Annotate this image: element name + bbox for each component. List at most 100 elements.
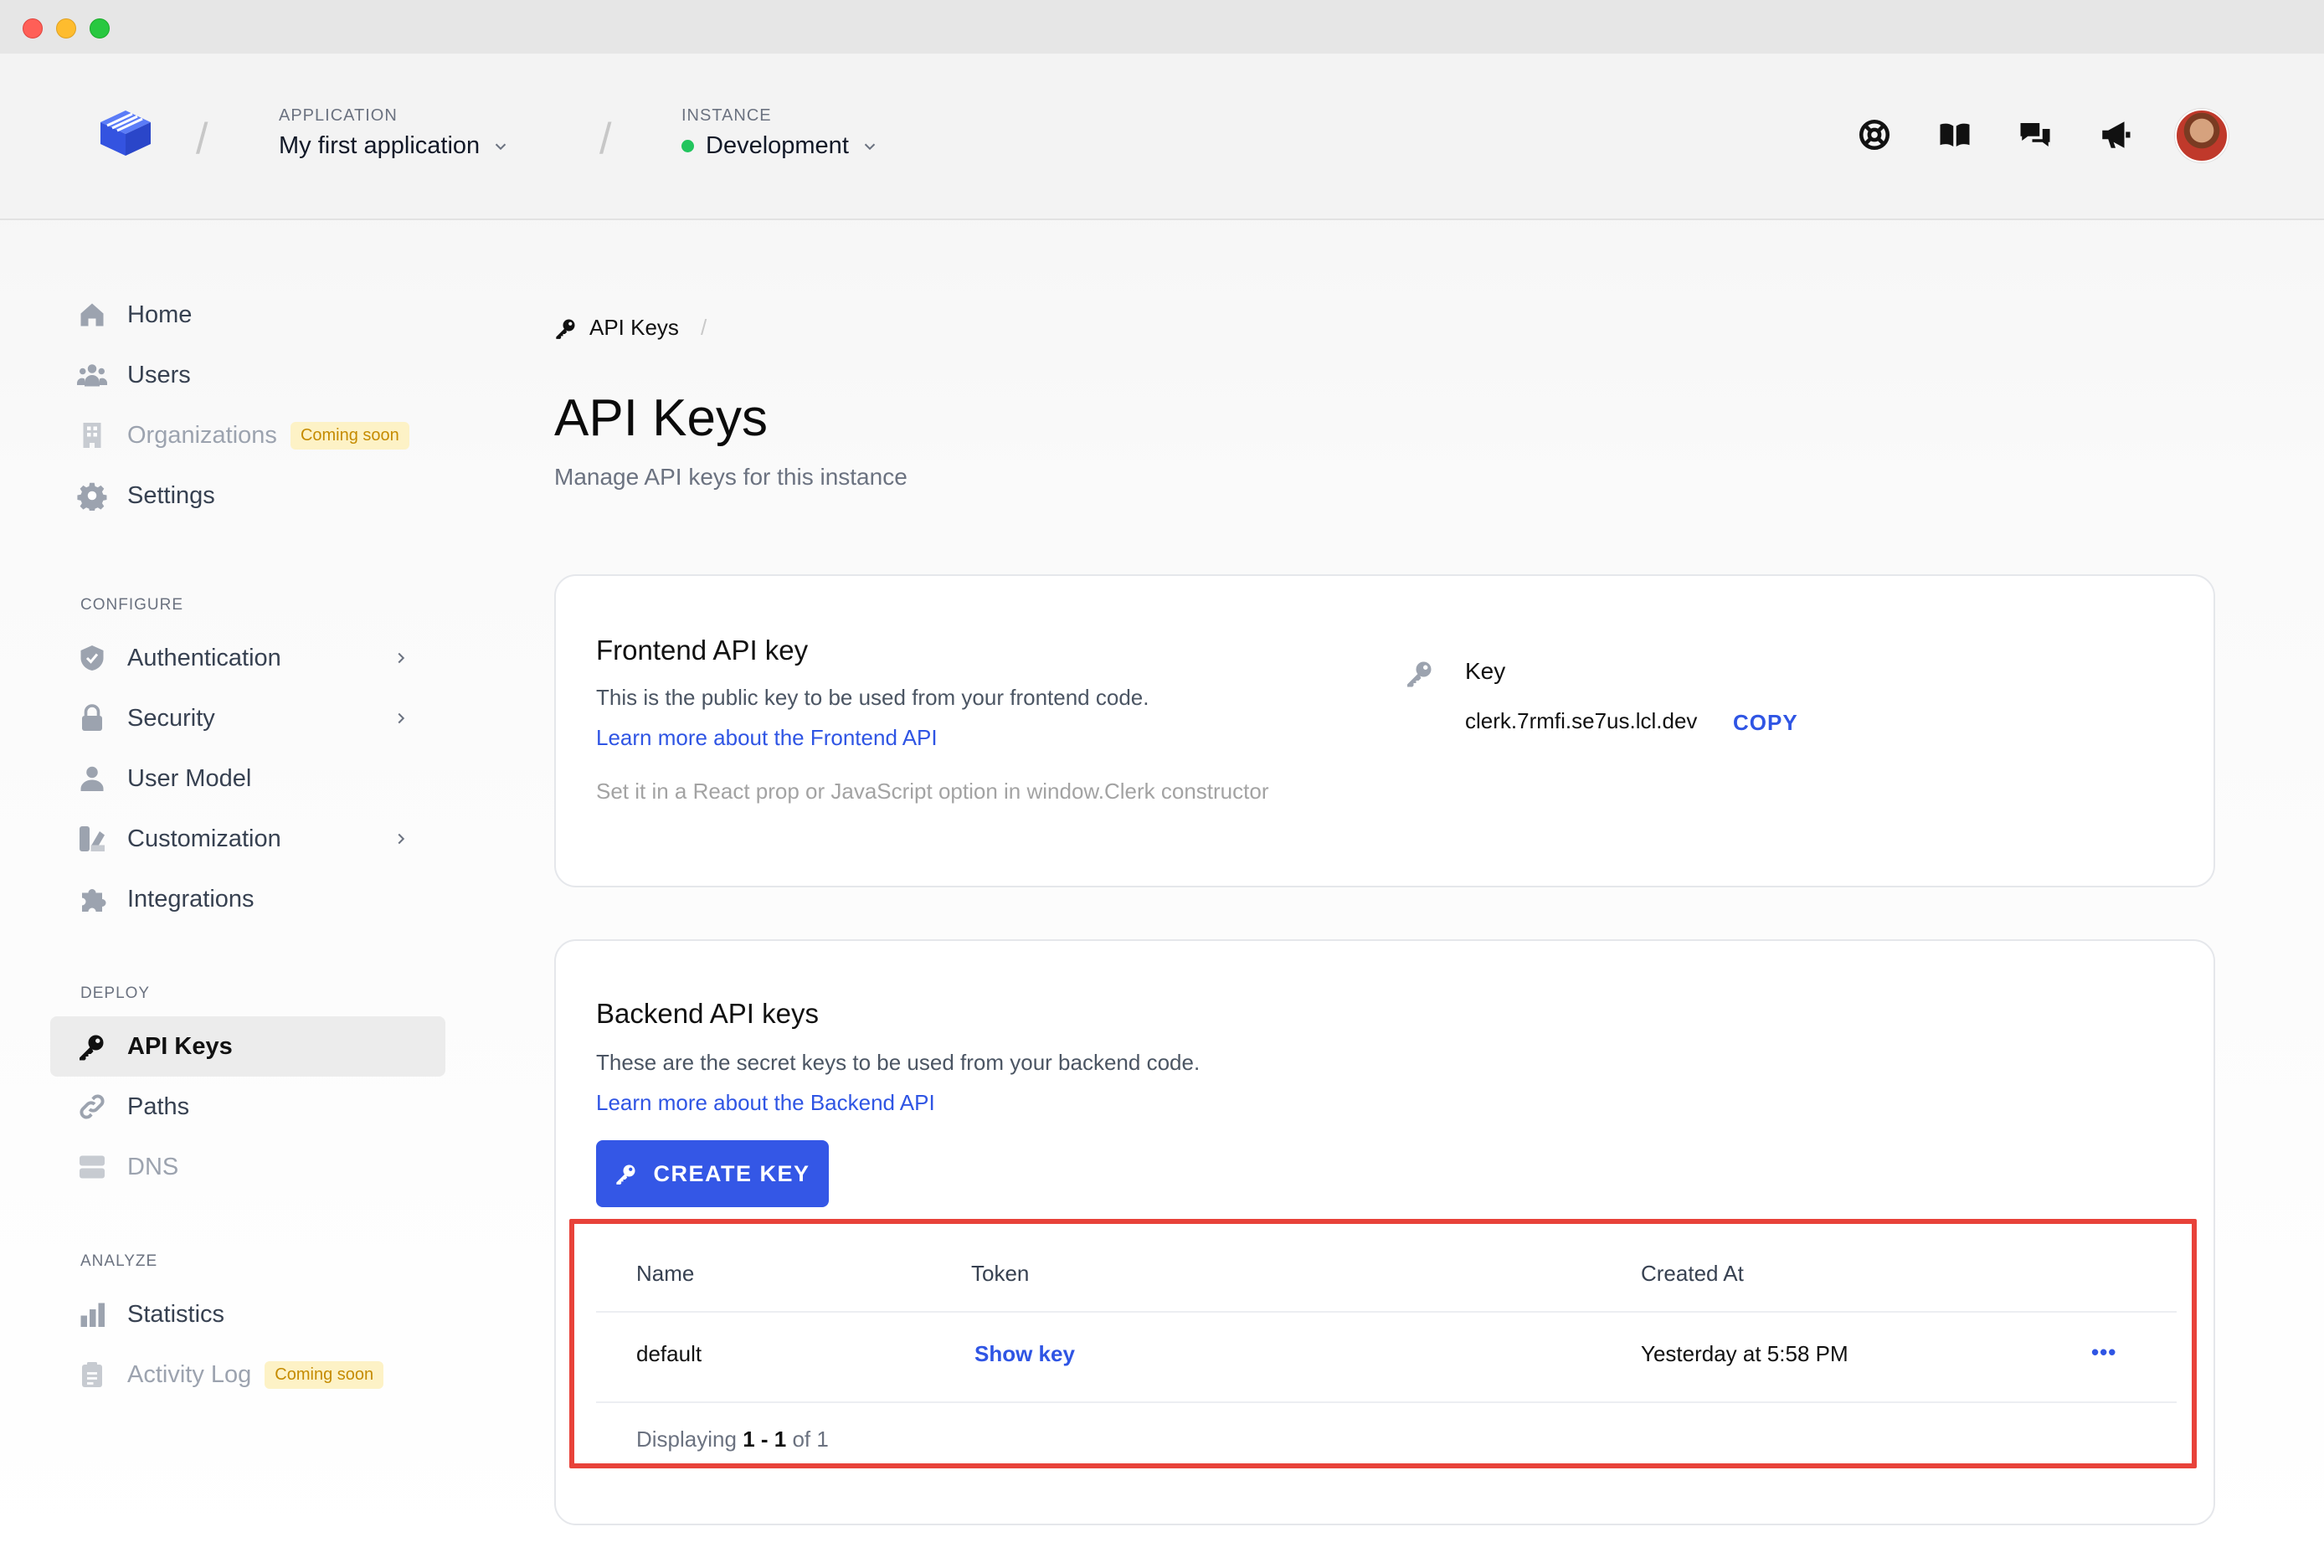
sidebar-item-label: Statistics (127, 1300, 225, 1328)
application-name: My first application (279, 132, 481, 159)
instance-label: INSTANCE (681, 106, 772, 125)
create-key-button[interactable]: CREATE KEY (596, 1140, 829, 1207)
copy-key-button[interactable]: COPY (1733, 710, 1798, 736)
sidebar-item-label: Authentication (127, 644, 281, 671)
sidebar-item-organizations[interactable]: Organizations Coming soon (50, 405, 445, 465)
window-titlebar (0, 0, 2324, 54)
key-icon (556, 319, 575, 339)
pagination-range: 1 - 1 (743, 1427, 787, 1452)
link-icon (80, 1094, 105, 1119)
instance-status-dot (681, 140, 694, 152)
column-header-created-at[interactable]: Created At (1641, 1261, 1744, 1287)
sidebar-item-label: Security (127, 704, 215, 732)
sidebar-item-integrations[interactable]: Integrations (50, 869, 445, 929)
user-avatar[interactable] (2175, 109, 2229, 162)
sidebar-item-dns[interactable]: DNS (50, 1137, 445, 1197)
chat-icon[interactable] (2018, 117, 2053, 152)
sidebar-item-users[interactable]: Users (50, 345, 445, 405)
column-header-name[interactable]: Name (636, 1261, 694, 1287)
chevron-right-icon (398, 652, 405, 664)
key-icon (80, 1035, 104, 1061)
sidebar-section-deploy: DEPLOY (80, 984, 151, 1002)
backend-api-keys-card: Backend API keys These are the secret ke… (554, 939, 2215, 1525)
column-header-token[interactable]: Token (971, 1261, 1029, 1287)
table-divider (596, 1401, 2177, 1403)
users-icon (77, 364, 107, 387)
sidebar-section-configure: CONFIGURE (80, 596, 183, 614)
application-label: APPLICATION (279, 106, 398, 125)
bar-chart-icon (80, 1303, 105, 1327)
frontend-card-title: Frontend API key (596, 635, 809, 666)
sidebar-item-label: Organizations (127, 421, 277, 449)
shield-icon (80, 645, 104, 671)
app-header: / APPLICATION My first application / INS… (0, 54, 2324, 220)
support-icon[interactable] (1857, 117, 1892, 152)
frontend-key-value[interactable]: clerk.7rmfi.se7us.lcl.dev (1465, 708, 1697, 734)
sidebar-item-customization[interactable]: Customization (50, 809, 445, 869)
backend-api-docs-link[interactable]: Learn more about the Backend API (596, 1090, 935, 1116)
sidebar-item-home[interactable]: Home (50, 285, 445, 345)
backend-card-title: Backend API keys (596, 998, 819, 1029)
frontend-key-label: Key (1465, 658, 1506, 684)
sidebar-item-activity-log[interactable]: Activity Log Coming soon (50, 1344, 445, 1405)
key-icon (616, 1164, 635, 1185)
created-at-cell: Yesterday at 5:58 PM (1641, 1341, 1848, 1366)
sidebar-section-analyze: ANALYZE (80, 1252, 158, 1270)
breadcrumb-item[interactable]: API Keys (589, 315, 679, 341)
page-subtitle: Manage API keys for this instance (554, 464, 907, 490)
sidebar-item-label: Customization (127, 825, 281, 852)
show-key-link[interactable]: Show key (974, 1341, 1075, 1367)
sidebar-item-label: Paths (127, 1092, 190, 1120)
coming-soon-badge: Coming soon (265, 1360, 384, 1389)
table-divider (596, 1311, 2177, 1313)
header-divider: / (196, 115, 208, 163)
chevron-right-icon (398, 712, 405, 724)
sidebar-item-label: API Keys (127, 1032, 233, 1060)
coming-soon-badge: Coming soon (290, 421, 409, 450)
lock-icon (82, 704, 102, 731)
sidebar-item-statistics[interactable]: Statistics (50, 1284, 445, 1344)
sidebar-item-label: Home (127, 301, 193, 328)
breadcrumb: API Keys / (554, 315, 707, 341)
row-actions-more-icon[interactable]: ••• (2091, 1339, 2116, 1365)
chevron-down-icon (864, 143, 876, 150)
clipboard-icon (82, 1362, 102, 1387)
sidebar-item-paths[interactable]: Paths (50, 1077, 445, 1137)
pagination-total: of 1 (792, 1427, 829, 1452)
sidebar-item-label: User Model (127, 764, 252, 792)
sidebar-item-authentication[interactable]: Authentication (50, 628, 445, 688)
header-divider: / (599, 115, 612, 163)
instance-switcher[interactable]: Development (681, 132, 879, 160)
sidebar-item-user-model[interactable]: User Model (50, 748, 445, 809)
sidebar-item-label: Settings (127, 481, 215, 509)
sidebar-item-label: Users (127, 361, 191, 388)
palette-icon (80, 826, 105, 851)
puzzle-icon (82, 889, 106, 912)
building-icon (83, 423, 101, 448)
gear-icon (77, 482, 107, 511)
maximize-window-button[interactable] (90, 18, 110, 39)
sidebar-item-api-keys[interactable]: API Keys (50, 1016, 445, 1077)
frontend-card-description: This is the public key to be used from y… (596, 685, 1149, 710)
clerk-logo-icon[interactable] (94, 104, 157, 162)
application-switcher[interactable]: My first application (279, 132, 510, 160)
sidebar-item-security[interactable]: Security (50, 688, 445, 748)
create-key-label: CREATE KEY (653, 1160, 810, 1186)
chevron-right-icon (398, 833, 405, 845)
minimize-window-button[interactable] (56, 18, 76, 39)
user-icon (80, 766, 104, 791)
instance-name: Development (706, 132, 849, 159)
sidebar-item-settings[interactable]: Settings (50, 465, 445, 526)
frontend-api-key-card: Frontend API key This is the public key … (554, 574, 2215, 887)
pagination-prefix: Displaying (636, 1427, 737, 1452)
pagination-summary: Displaying 1 - 1 of 1 (636, 1427, 829, 1452)
frontend-api-docs-link[interactable]: Learn more about the Frontend API (596, 725, 938, 751)
frontend-card-hint: Set it in a React prop or JavaScript opt… (596, 779, 1269, 804)
announcements-megaphone-icon[interactable] (2098, 117, 2133, 152)
backend-card-description: These are the secret keys to be used fro… (596, 1050, 1201, 1075)
close-window-button[interactable] (23, 18, 43, 39)
sidebar-item-label: Integrations (127, 885, 255, 913)
home-icon (80, 303, 104, 326)
docs-book-icon[interactable] (1937, 117, 1972, 152)
chevron-down-icon (495, 143, 506, 150)
